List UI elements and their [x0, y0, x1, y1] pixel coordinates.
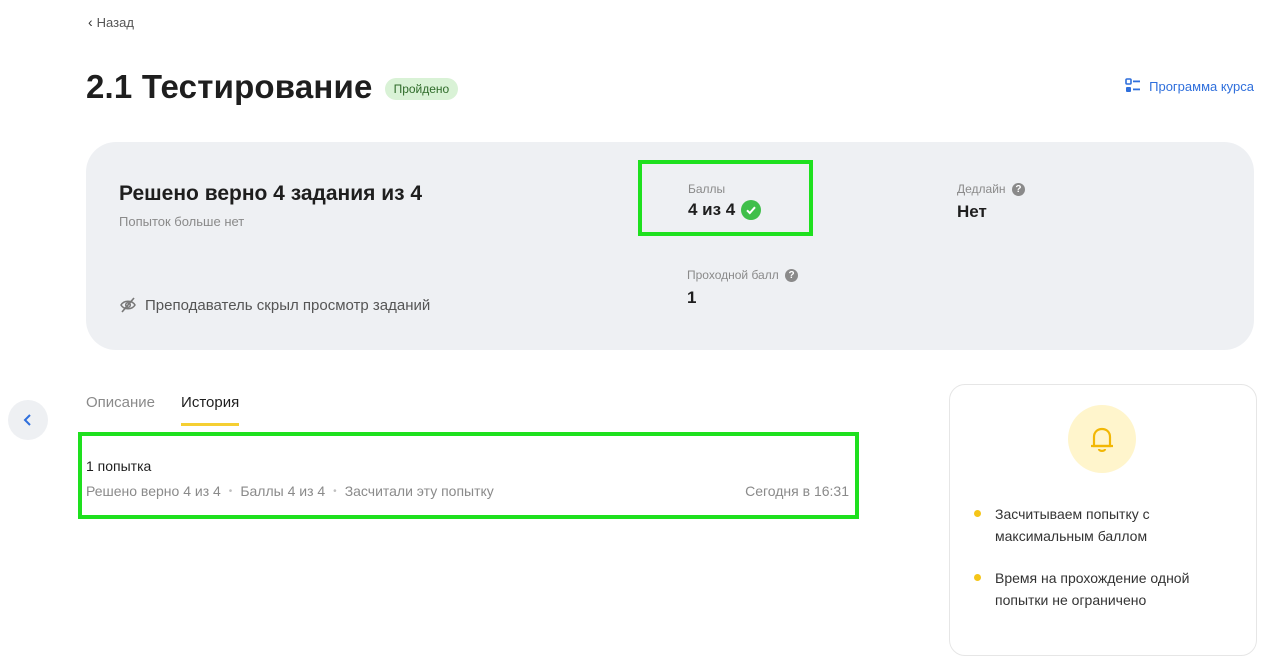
rules-list: Засчитываем попытку с максимальным балло…	[974, 503, 1234, 631]
history-time: Сегодня в 16:31	[745, 483, 849, 499]
hidden-note-text: Преподаватель скрыл просмотр заданий	[145, 296, 431, 314]
score-block: Баллы 4 из 4	[688, 182, 762, 220]
deadline-value: Нет	[957, 202, 987, 222]
pass-label: Проходной балл	[687, 268, 779, 282]
status-badge: Пройдено	[384, 78, 459, 100]
check-circle-icon	[741, 200, 762, 220]
score-label: Баллы	[688, 182, 726, 196]
program-link-label: Программа курса	[1149, 78, 1254, 94]
page-title: 2.1 Тестирование	[86, 68, 373, 105]
history-score: Баллы 4 из 4	[240, 483, 326, 499]
history-solved: Решено верно 4 из 4	[86, 483, 221, 499]
history-title: 1 попытка	[86, 458, 152, 474]
score-value: 4 из 4	[688, 200, 736, 219]
title-row: 2.1 Тестирование Пройдено	[86, 68, 459, 106]
bullet-icon	[974, 510, 981, 517]
separator-dot: •	[333, 485, 337, 497]
separator-dot: •	[228, 485, 233, 497]
history-item[interactable]: 1 попытка Решено верно 4 из 4 • Баллы 4 …	[78, 432, 859, 519]
tabs: Описание История	[86, 394, 240, 426]
history-counted: Засчитали эту попытку	[344, 483, 494, 499]
history-details: Решено верно 4 из 4 • Баллы 4 из 4 • Зас…	[86, 483, 494, 499]
chevron-left-icon	[23, 414, 31, 426]
help-icon[interactable]: ?	[1011, 183, 1025, 197]
bell-icon	[1068, 405, 1136, 473]
deadline-block: Дедлайн ? Нет	[957, 182, 1025, 222]
score-row: 4 из 4	[688, 200, 762, 220]
deadline-label-row: Дедлайн ?	[957, 182, 1025, 197]
rule-text: Время на прохождение одной попытки не ог…	[995, 570, 1190, 608]
passing-score-block: Проходной балл ? 1	[687, 268, 799, 308]
deadline-label: Дедлайн	[957, 182, 1006, 196]
rule-item: Время на прохождение одной попытки не ог…	[974, 567, 1234, 611]
solved-summary: Решено верно 4 задания из 4	[119, 182, 423, 205]
tab-description[interactable]: Описание	[86, 394, 155, 426]
hidden-note: Преподаватель скрыл просмотр заданий	[119, 296, 430, 314]
sidebar-toggle-button[interactable]	[8, 400, 48, 440]
back-label: Назад	[96, 14, 134, 30]
pass-label-row: Проходной балл ?	[687, 268, 799, 283]
attempts-note: Попыток больше нет	[119, 214, 245, 229]
list-icon	[1125, 78, 1141, 92]
bullet-icon	[974, 574, 981, 581]
info-card: Засчитываем попытку с максимальным балло…	[949, 384, 1257, 656]
chevron-left-icon: ‹	[88, 14, 93, 30]
rule-item: Засчитываем попытку с максимальным балло…	[974, 503, 1234, 547]
summary-card: Решено верно 4 задания из 4 Попыток боль…	[86, 142, 1254, 350]
back-link[interactable]: ‹ Назад	[88, 14, 134, 30]
help-icon[interactable]: ?	[785, 269, 799, 283]
tab-history[interactable]: История	[181, 394, 240, 426]
program-link[interactable]: Программа курса	[1125, 78, 1254, 94]
score-highlight: Баллы 4 из 4	[638, 160, 813, 236]
pass-value: 1	[687, 288, 697, 308]
eye-off-icon	[120, 297, 136, 313]
rule-text: Засчитываем попытку с максимальным балло…	[995, 506, 1150, 544]
